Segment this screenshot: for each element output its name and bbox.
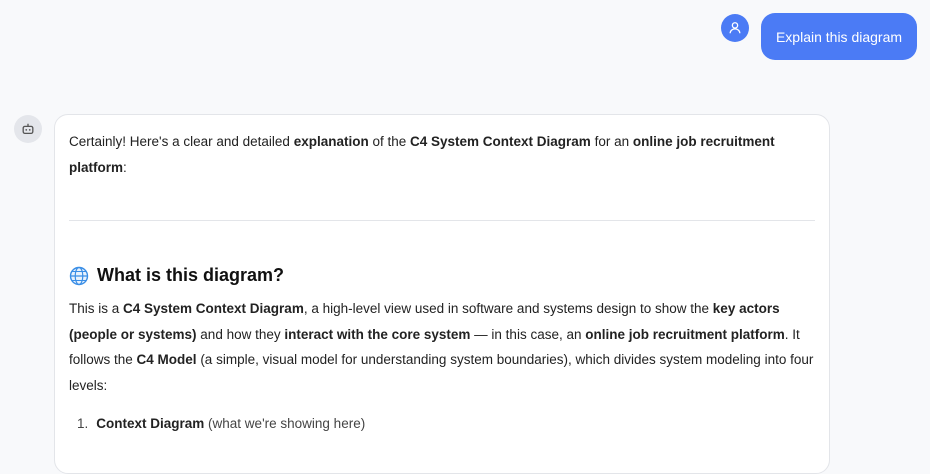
user-avatar — [721, 14, 749, 42]
list-item: 1. Context Diagram (what we're showing h… — [77, 416, 366, 431]
intro-paragraph: Certainly! Here's a clear and detailed e… — [69, 134, 775, 175]
explanation-paragraph: This is a C4 System Context Diagram, a h… — [69, 301, 814, 393]
user-message-bubble: Explain this diagram — [761, 13, 917, 60]
bot-avatar — [14, 115, 42, 143]
user-icon — [729, 22, 741, 34]
section-heading: What is this diagram? — [69, 265, 815, 286]
globe-icon — [69, 266, 89, 285]
section-title: What is this diagram? — [97, 265, 285, 285]
user-message-text: Explain this diagram — [775, 28, 903, 45]
bot-message-card: Certainly! Here's a clear and detailed e… — [54, 114, 830, 474]
divider — [69, 220, 815, 221]
levels-list: 1. Context Diagram (what we're showing h… — [69, 416, 815, 431]
robot-icon — [22, 123, 34, 135]
